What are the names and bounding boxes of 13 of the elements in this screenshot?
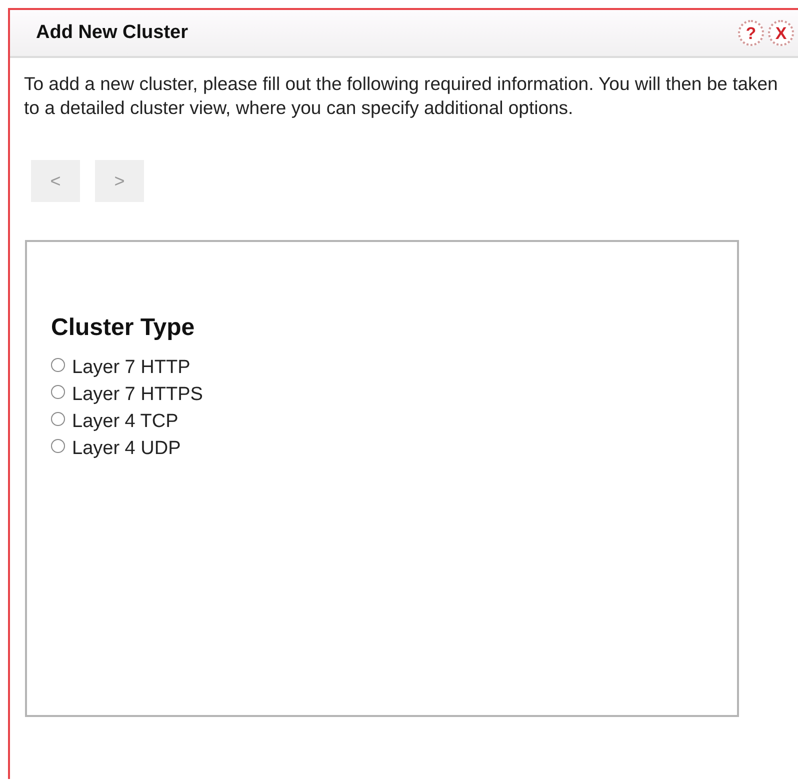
help-button[interactable]: ? — [738, 20, 764, 46]
radio-button[interactable] — [51, 438, 65, 452]
section-heading: Cluster Type — [51, 314, 196, 342]
radio-button[interactable] — [51, 412, 65, 426]
radio-label: Layer 4 TCP — [72, 410, 178, 432]
radio-label: Layer 7 HTTPS — [72, 384, 203, 406]
radio-button[interactable] — [51, 358, 65, 372]
window-title: Add New Cluster — [36, 22, 190, 44]
close-button[interactable]: X — [768, 20, 794, 46]
radio-button[interactable] — [51, 384, 65, 398]
description-text: To add a new cluster, please fill out the following required information. You will then be taken to a detailed cluster view, where you can specify additional options. — [24, 72, 779, 120]
radio-label: Layer 4 UDP — [72, 438, 181, 460]
radio-label: Layer 7 HTTP — [72, 356, 190, 378]
